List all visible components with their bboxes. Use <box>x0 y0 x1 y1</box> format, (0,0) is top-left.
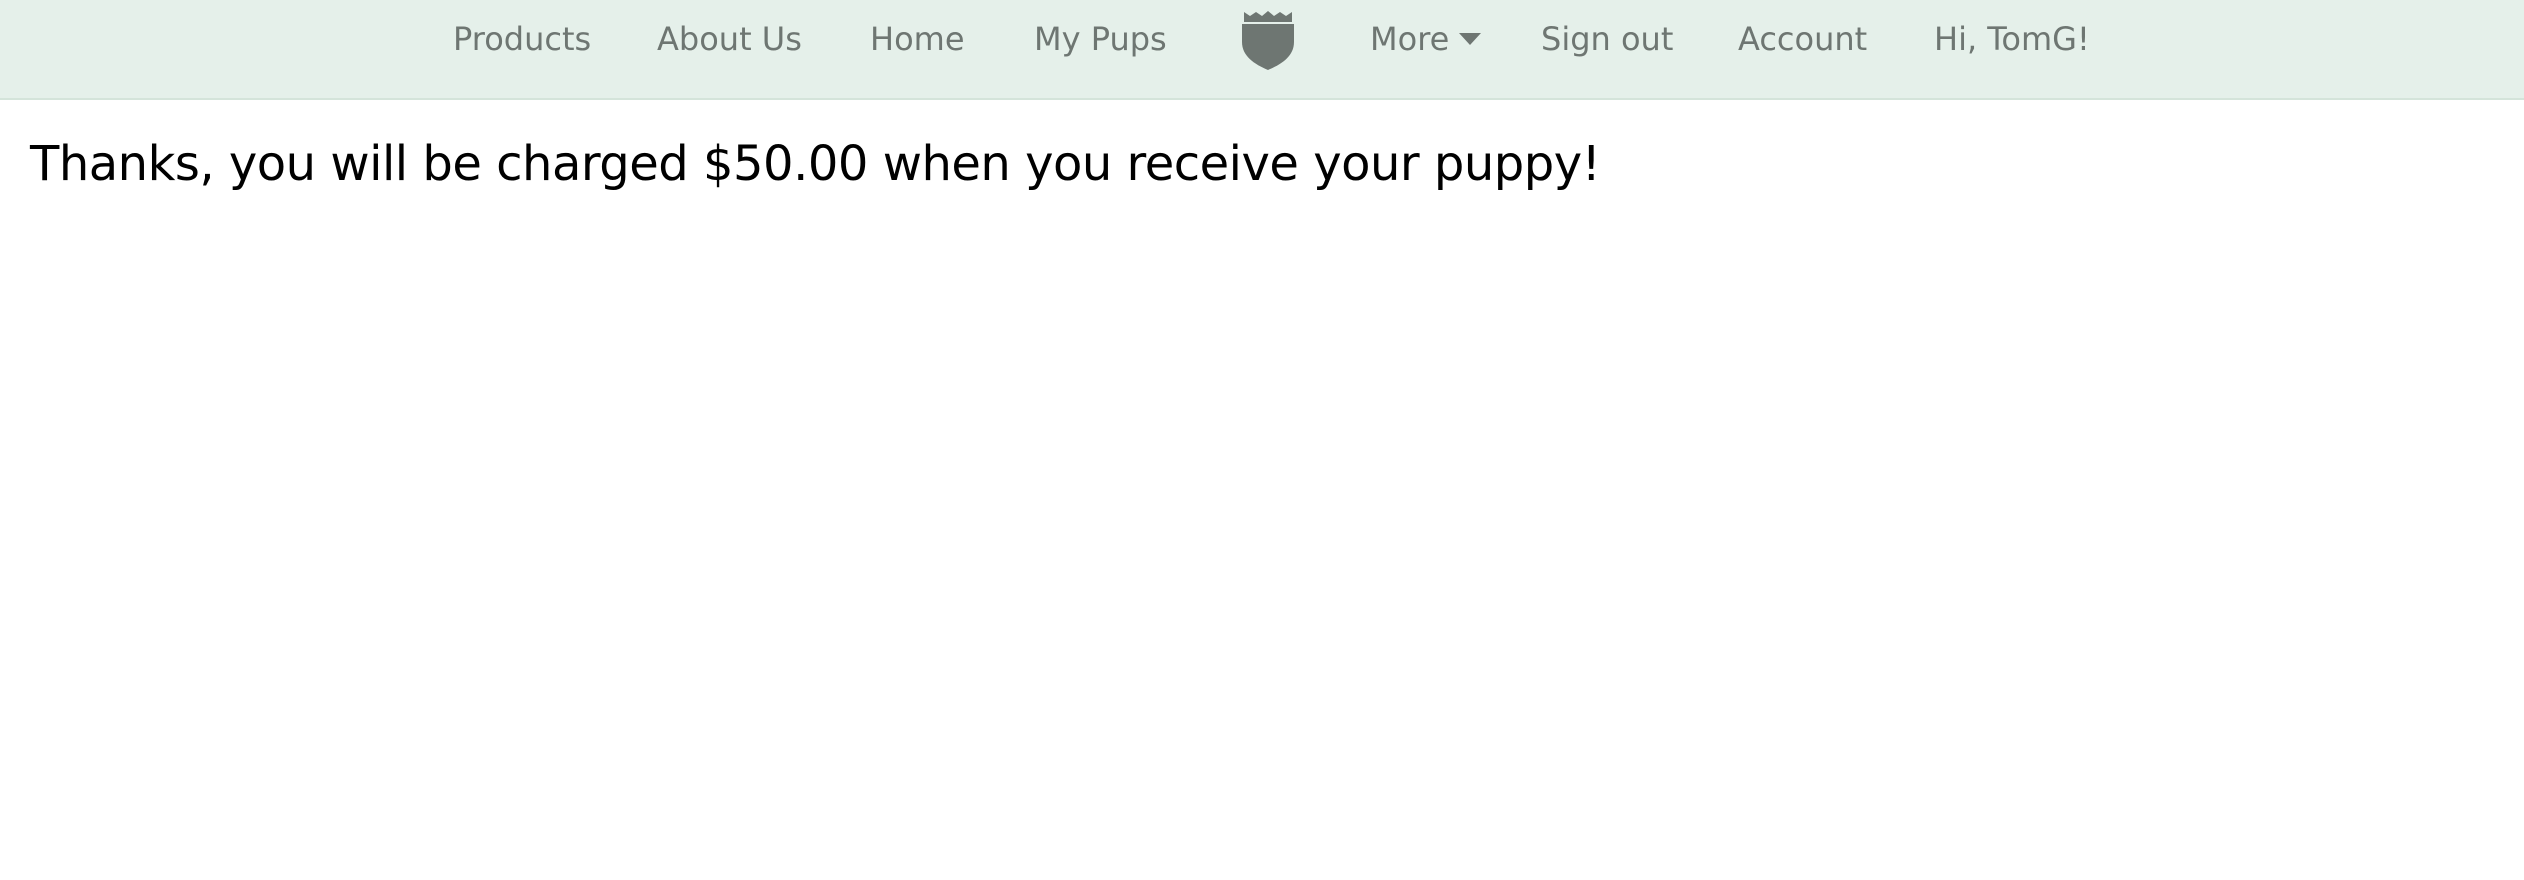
shield-logo-graphic <box>1242 11 1294 70</box>
nav-sign-out-link[interactable]: Sign out <box>1541 0 1673 78</box>
shield-icon[interactable] <box>1238 8 1298 72</box>
nav-my-pups-link[interactable]: My Pups <box>1034 0 1167 78</box>
nav-about-us-link[interactable]: About Us <box>657 0 802 78</box>
nav-products-link[interactable]: Products <box>453 0 591 78</box>
nav-home-link[interactable]: Home <box>870 0 965 78</box>
caret-down-icon <box>1459 33 1482 45</box>
nav-more-label: More <box>1370 20 1450 58</box>
nav-more-dropdown[interactable]: More <box>1370 0 1482 78</box>
nav-user-greeting[interactable]: Hi, TomG! <box>1934 0 2090 78</box>
nav-account-link[interactable]: Account <box>1738 0 1867 78</box>
confirmation-message: Thanks, you will be charged $50.00 when … <box>30 136 1601 192</box>
top-navbar: Products About Us Home My Pups More Sign… <box>0 0 2524 100</box>
